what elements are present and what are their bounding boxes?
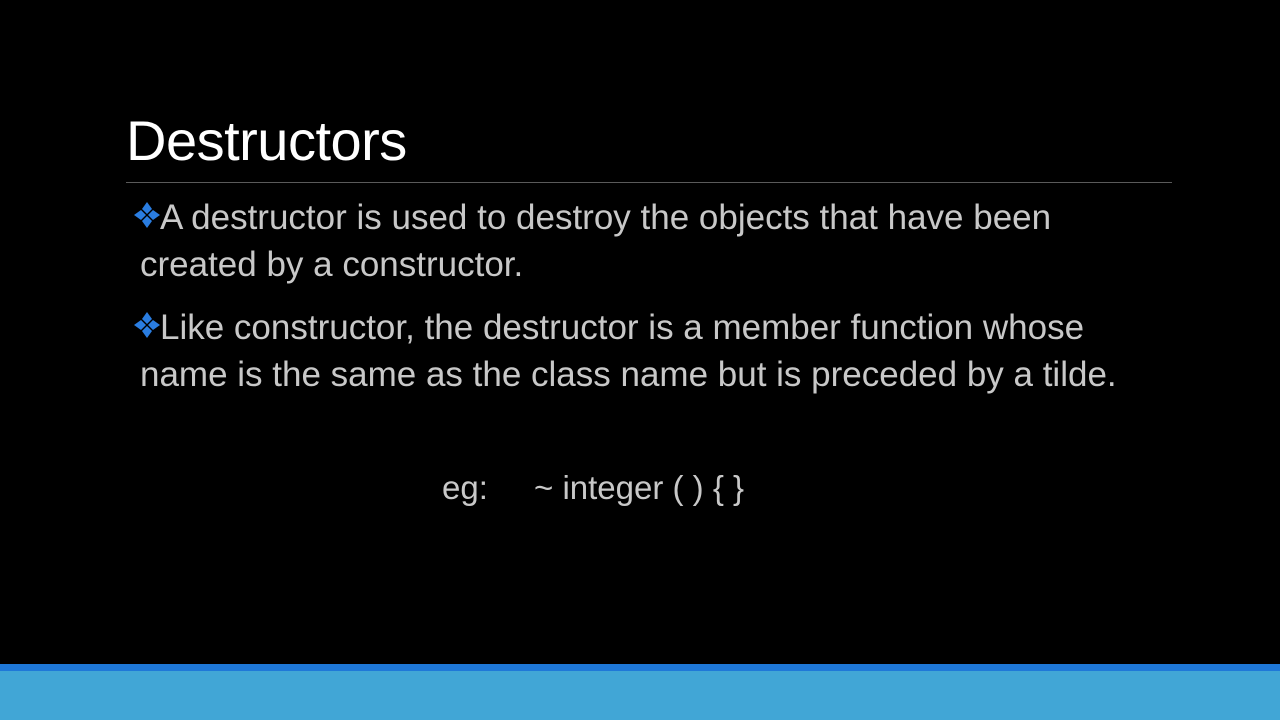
bullet-list: A destructor is used to destroy the obje… [134, 194, 1140, 414]
bullet-item: A destructor is used to destroy the obje… [134, 194, 1140, 288]
diamond-bullet-icon [132, 200, 160, 230]
bullet-text: Like constructor, the destructor is a me… [140, 308, 1117, 394]
diamond-bullet-icon [132, 310, 160, 340]
slide-title: Destructors [126, 109, 407, 172]
footer-band [0, 671, 1280, 720]
footer-accent-line [0, 664, 1280, 671]
slide: Destructors A destructor is used to dest… [0, 0, 1280, 720]
bullet-text: A destructor is used to destroy the obje… [140, 198, 1052, 284]
example-code: ~ integer ( ) { } [534, 469, 745, 506]
example-label: eg: [442, 469, 488, 506]
bullet-item: Like constructor, the destructor is a me… [134, 304, 1140, 398]
code-example: eg: ~ integer ( ) { } [442, 466, 744, 510]
title-divider [126, 182, 1172, 183]
